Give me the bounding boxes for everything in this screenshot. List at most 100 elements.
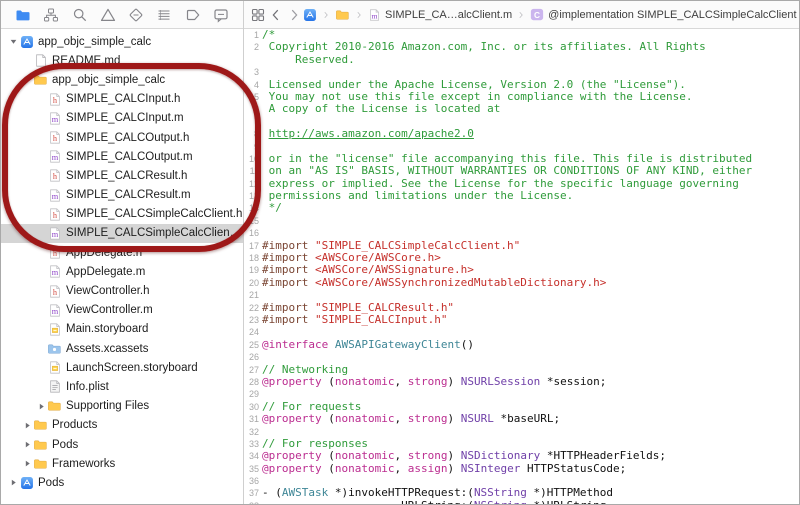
line-number: 38 xyxy=(244,500,262,504)
file-label: AppDelegate.m xyxy=(66,266,145,278)
sidebar-item-readme-md[interactable]: README.md xyxy=(1,51,243,70)
line-number: 6 xyxy=(244,103,262,115)
crumb-label: @implementation SIMPLE_CALCSimpleCalcCli… xyxy=(548,9,796,21)
sidebar-item-appdelegate-m[interactable]: mAppDelegate.m xyxy=(1,262,243,281)
line-number: 36 xyxy=(244,475,262,487)
line-number: 11 xyxy=(244,165,262,177)
sidebar-item-appdelegate-h[interactable]: hAppDelegate.h xyxy=(1,243,243,262)
sidebar-item-viewcontroller-h[interactable]: hViewController.h xyxy=(1,281,243,300)
sidebar-item-simple-calcinput-h[interactable]: hSIMPLE_CALCInput.h xyxy=(1,90,243,109)
line-number: 3 xyxy=(244,66,262,78)
symbol-navigator-icon[interactable] xyxy=(42,6,60,24)
sidebar-item-simple-calcinput-m[interactable]: m SIMPLE_CALCInput.m xyxy=(1,109,243,128)
issue-navigator-icon[interactable] xyxy=(99,6,117,24)
sidebar-item-app-objc-simple-calc[interactable]: app_objc_simple_calc xyxy=(1,32,243,51)
disclosure-triangle-icon[interactable] xyxy=(35,402,47,411)
sidebar-item-pods[interactable]: Pods xyxy=(1,473,243,492)
doc-file-icon xyxy=(33,53,48,68)
file-label: SIMPLE_CALCOutput.m xyxy=(66,151,193,163)
line-number: 33 xyxy=(244,438,262,450)
line-number: 19 xyxy=(244,264,262,276)
code-line[interactable]: 23#import "SIMPLE_CALCInput.h" xyxy=(244,314,799,326)
line-number: 23 xyxy=(244,314,262,326)
jump-bar-crumb-3[interactable]: C @implementation SIMPLE_CALCSimpleCalcCl… xyxy=(530,7,796,22)
code-line[interactable]: 38 URLString:(NSString *)URLString xyxy=(244,500,799,504)
folder-file-icon xyxy=(33,418,48,433)
sidebar-item-simple-calcoutput-m[interactable]: mSIMPLE_CALCOutput.m xyxy=(1,147,243,166)
line-number: 34 xyxy=(244,450,262,462)
jump-bar-crumb-0[interactable] xyxy=(303,8,317,22)
navigator-toolbar xyxy=(1,1,243,29)
sidebar-item-pods[interactable]: Pods xyxy=(1,435,243,454)
line-number xyxy=(244,54,262,66)
code-line[interactable]: 31@property (nonatomic, strong) NSURL *b… xyxy=(244,413,799,425)
test-navigator-icon[interactable] xyxy=(127,6,145,24)
disclosure-triangle-icon[interactable] xyxy=(21,75,33,84)
file-label: AppDelegate.h xyxy=(66,247,142,259)
back-button[interactable] xyxy=(267,6,285,24)
code-line[interactable]: 8 http://aws.amazon.com/apache2.0 xyxy=(244,128,799,140)
line-number: 30 xyxy=(244,401,262,413)
sidebar-item-supporting-files[interactable]: Supporting Files xyxy=(1,397,243,416)
sidebar-item-simple-calcsimplecalcclient-h[interactable]: h SIMPLE_CALCSimpleCalcClient.h xyxy=(1,205,243,224)
breakpoint-navigator-icon[interactable] xyxy=(184,6,202,24)
line-number: 29 xyxy=(244,388,262,400)
code-text: permissions and limitations under the Li… xyxy=(262,190,573,202)
editor-pane: mSIMPLE_CA…alcClient.m C @implementation S… xyxy=(244,1,799,504)
file-label: SIMPLE_CALCSimpleCalcClient.m xyxy=(66,227,243,239)
file-label: Supporting Files xyxy=(66,400,149,412)
code-line[interactable]: 35@property (nonatomic, assign) NSIntege… xyxy=(244,463,799,475)
debug-navigator-icon[interactable] xyxy=(155,6,173,24)
sidebar-item-viewcontroller-m[interactable]: mViewController.m xyxy=(1,301,243,320)
xcassets-file-icon xyxy=(47,341,62,356)
line-number: 9 xyxy=(244,141,262,153)
disclosure-triangle-icon[interactable] xyxy=(21,459,33,468)
code-editor[interactable]: 1/*2 Copyright 2010-2016 Amazon.com, Inc… xyxy=(244,29,799,504)
line-number: 7 xyxy=(244,116,262,128)
file-label: README.md xyxy=(52,55,120,67)
file-label: SIMPLE_CALCSimpleCalcClient.h xyxy=(66,208,242,220)
code-line[interactable]: 28@property (nonatomic, strong) NSURLSes… xyxy=(244,376,799,388)
project-icon xyxy=(303,8,317,22)
sidebar-item-app-objc-simple-calc[interactable]: app_objc_simple_calc xyxy=(1,70,243,89)
project-navigator-icon[interactable] xyxy=(14,6,32,24)
sidebar-item-assets-xcassets[interactable]: Assets.xcassets xyxy=(1,339,243,358)
forward-button[interactable] xyxy=(285,6,303,24)
svg-text:C: C xyxy=(534,10,540,20)
header-file-icon: h xyxy=(47,284,62,299)
line-number: 12 xyxy=(244,178,262,190)
header-file-icon: h xyxy=(47,207,62,222)
folder-file-icon xyxy=(47,399,62,414)
code-line[interactable]: 15 xyxy=(244,215,799,227)
disclosure-triangle-icon[interactable] xyxy=(21,421,33,430)
find-navigator-icon[interactable] xyxy=(71,6,89,24)
code-text: @property (nonatomic, strong) NSURL *bas… xyxy=(262,413,560,425)
sidebar-item-simple-calcresult-m[interactable]: mSIMPLE_CALCResult.m xyxy=(1,186,243,205)
sidebar-item-simple-calcoutput-h[interactable]: hSIMPLE_CALCOutput.h xyxy=(1,128,243,147)
sidebar-item-simple-calcsimplecalcclient-m[interactable]: mSIMPLE_CALCSimpleCalcClient.m xyxy=(1,224,243,243)
jump-bar-crumb-2[interactable]: mSIMPLE_CA…alcClient.m xyxy=(368,8,512,22)
jump-bar-crumb-1[interactable] xyxy=(335,8,350,22)
code-line[interactable]: Reserved. xyxy=(244,54,799,66)
sidebar-item-frameworks[interactable]: Frameworks xyxy=(1,454,243,473)
disclosure-triangle-icon[interactable] xyxy=(7,478,19,487)
disclosure-triangle-icon[interactable] xyxy=(21,440,33,449)
code-line[interactable]: 20#import <AWSCore/AWSSynchronizedMutabl… xyxy=(244,277,799,289)
related-items-button[interactable] xyxy=(249,6,267,24)
file-label: SIMPLE_CALCInput.m xyxy=(66,112,184,124)
line-number: 22 xyxy=(244,302,262,314)
code-text: URLString:(NSString *)URLString xyxy=(262,500,606,504)
sidebar-item-launchscreen-storyboard[interactable]: LaunchScreen.storyboard xyxy=(1,358,243,377)
sidebar-item-simple-calcresult-h[interactable]: hSIMPLE_CALCResult.h xyxy=(1,166,243,185)
code-line[interactable]: 25@interface AWSAPIGatewayClient() xyxy=(244,339,799,351)
sidebar-item-info-plist[interactable]: Info.plist xyxy=(1,377,243,396)
disclosure-triangle-icon[interactable] xyxy=(7,37,19,46)
code-line[interactable]: 6 A copy of the License is located at xyxy=(244,103,799,115)
svg-text:m: m xyxy=(51,115,58,124)
folder-file-icon xyxy=(33,72,48,87)
code-line[interactable]: 14 */ xyxy=(244,202,799,214)
report-navigator-icon[interactable] xyxy=(212,6,230,24)
code-line[interactable]: 13 permissions and limitations under the… xyxy=(244,190,799,202)
sidebar-item-main-storyboard[interactable]: Main.storyboard xyxy=(1,320,243,339)
sidebar-item-products[interactable]: Products xyxy=(1,416,243,435)
